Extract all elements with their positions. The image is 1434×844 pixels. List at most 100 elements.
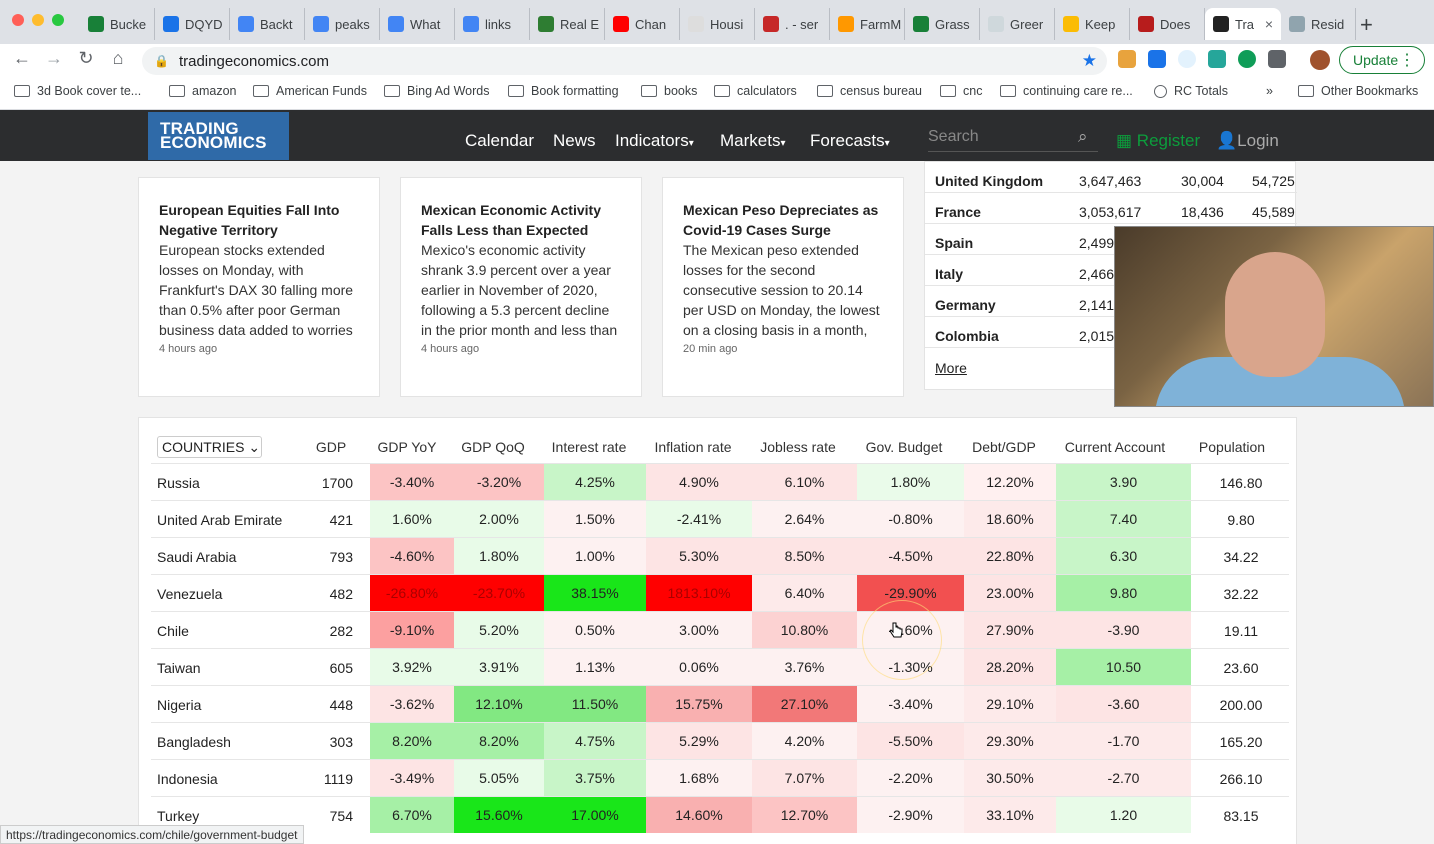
indicator-cell[interactable]: 8.20% (454, 723, 544, 759)
column-header[interactable]: Interest rate (552, 439, 627, 455)
column-header[interactable]: Population (1199, 439, 1265, 455)
browser-tab[interactable]: Tra × (1205, 8, 1281, 40)
ranking-country[interactable]: Italy (935, 266, 963, 282)
population-value[interactable]: 266.10 (1201, 771, 1281, 787)
population-value[interactable]: 146.80 (1201, 475, 1281, 491)
population-value[interactable]: 23.60 (1201, 660, 1281, 676)
browser-tab[interactable]: FarmM (830, 8, 905, 40)
news-title[interactable]: Mexican Peso Depreciates as Covid-19 Cas… (683, 200, 883, 240)
puzzle-icon[interactable] (1268, 50, 1286, 68)
indicator-cell[interactable]: 1813.10% (646, 575, 752, 611)
indicator-cell[interactable]: 6.30 (1056, 538, 1191, 574)
update-button[interactable]: Update ⋮ (1339, 46, 1425, 74)
column-header[interactable]: Debt/GDP (972, 439, 1036, 455)
indicator-cell[interactable]: 17.00% (544, 797, 646, 833)
column-header[interactable]: Gov. Budget (866, 439, 943, 455)
ranking-row[interactable]: United Kingdom 3,647,463 30,004 54,725 (925, 162, 1297, 193)
indicator-cell[interactable]: -3.40% (857, 686, 964, 722)
browser-tab[interactable]: Housi (680, 8, 755, 40)
indicator-cell[interactable]: 38.15% (544, 575, 646, 611)
bookmark-item[interactable]: American Funds (253, 84, 367, 98)
browser-tab[interactable]: Resid (1281, 8, 1356, 40)
extension-icon[interactable] (1208, 50, 1226, 68)
indicator-cell[interactable]: 2.64% (752, 501, 857, 537)
indicator-cell[interactable]: -23.70% (454, 575, 544, 611)
indicator-cell[interactable]: 1.80% (857, 464, 964, 500)
indicator-cell[interactable]: 18.60% (964, 501, 1056, 537)
indicator-cell[interactable]: 4.75% (544, 723, 646, 759)
trading-economics-logo[interactable]: TRADING ECONOMICS (148, 112, 289, 160)
ranking-country[interactable]: France (935, 204, 981, 220)
extension-icon[interactable] (1238, 50, 1256, 68)
bookmark-item[interactable]: RC Totals (1154, 84, 1228, 98)
indicator-cell[interactable]: 33.10% (964, 797, 1056, 833)
indicator-cell[interactable]: 12.10% (454, 686, 544, 722)
indicator-cell[interactable]: 1.00% (544, 538, 646, 574)
browser-tab[interactable]: Greer (980, 8, 1055, 40)
indicator-cell[interactable]: 10.80% (752, 612, 857, 648)
indicator-cell[interactable]: 8.50% (752, 538, 857, 574)
browser-tab[interactable]: links (455, 8, 530, 40)
indicator-cell[interactable]: 27.10% (752, 686, 857, 722)
gdp-value[interactable]: 1119 (293, 771, 353, 787)
column-header[interactable]: GDP QoQ (461, 439, 525, 455)
bookmark-star-icon[interactable]: ★ (1082, 51, 1097, 71)
gdp-value[interactable]: 754 (293, 808, 353, 824)
indicator-cell[interactable]: 1.20 (1056, 797, 1191, 833)
indicator-cell[interactable]: -0.80% (857, 501, 964, 537)
browser-tab[interactable]: . - ser (755, 8, 830, 40)
indicator-cell[interactable]: -5.50% (857, 723, 964, 759)
indicator-cell[interactable]: 6.40% (752, 575, 857, 611)
indicator-cell[interactable]: 7.40 (1056, 501, 1191, 537)
ranking-country[interactable]: Spain (935, 235, 973, 251)
indicator-cell[interactable]: -2.41% (646, 501, 752, 537)
indicator-cell[interactable]: 2.00% (454, 501, 544, 537)
indicator-cell[interactable]: 27.90% (964, 612, 1056, 648)
bookmark-item[interactable]: continuing care re... (1000, 84, 1133, 98)
country-link[interactable]: Indonesia (157, 771, 218, 787)
indicator-cell[interactable]: 7.07% (752, 760, 857, 796)
browser-tab[interactable]: Does (1130, 8, 1205, 40)
more-link[interactable]: More (935, 360, 967, 376)
country-link[interactable]: United Arab Emirate (157, 512, 282, 528)
column-header[interactable]: Jobless rate (760, 439, 835, 455)
bookmark-item[interactable]: books (641, 84, 697, 98)
indicator-cell[interactable]: -3.90 (1056, 612, 1191, 648)
browser-tab[interactable]: peaks (305, 8, 380, 40)
browser-tab[interactable]: Grass (905, 8, 980, 40)
gdp-value[interactable]: 482 (293, 586, 353, 602)
indicator-cell[interactable]: 5.30% (646, 538, 752, 574)
browser-tab[interactable]: Real E (530, 8, 605, 40)
extension-icon[interactable] (1148, 50, 1166, 68)
indicator-cell[interactable]: 3.00% (646, 612, 752, 648)
news-card[interactable]: European Equities Fall Into Negative Ter… (138, 177, 380, 397)
login-link[interactable]: 👤Login (1216, 131, 1279, 151)
profile-avatar[interactable] (1310, 50, 1330, 70)
population-value[interactable]: 19.11 (1201, 623, 1281, 639)
url-text[interactable]: tradingeconomics.com (179, 53, 329, 70)
ranking-country[interactable]: Colombia (935, 328, 999, 344)
population-value[interactable]: 34.22 (1201, 549, 1281, 565)
indicator-cell[interactable]: 0.06% (646, 649, 752, 685)
gdp-value[interactable]: 282 (293, 623, 353, 639)
population-value[interactable]: 200.00 (1201, 697, 1281, 713)
tab-close-icon[interactable]: × (1265, 16, 1273, 32)
indicator-cell[interactable]: 8.20% (370, 723, 454, 759)
indicator-cell[interactable]: -3.40% (370, 464, 454, 500)
country-link[interactable]: Russia (157, 475, 200, 491)
indicator-cell[interactable]: -9.10% (370, 612, 454, 648)
bookmark-item[interactable]: Bing Ad Words (384, 84, 489, 98)
indicator-cell[interactable]: -2.90% (857, 797, 964, 833)
population-value[interactable]: 165.20 (1201, 734, 1281, 750)
bookmark-item[interactable]: cnc (940, 84, 982, 98)
nav-forecasts[interactable]: Forecasts▾ (810, 131, 890, 151)
indicator-cell[interactable]: 12.70% (752, 797, 857, 833)
population-value[interactable]: 83.15 (1201, 808, 1281, 824)
nav-calendar[interactable]: Calendar (465, 131, 534, 151)
column-header[interactable]: GDP YoY (378, 439, 437, 455)
indicator-cell[interactable]: 5.29% (646, 723, 752, 759)
ranking-country[interactable]: United Kingdom (935, 173, 1043, 189)
nav-news[interactable]: News (553, 131, 596, 151)
column-header[interactable]: GDP (316, 439, 346, 455)
indicator-cell[interactable]: -3.49% (370, 760, 454, 796)
